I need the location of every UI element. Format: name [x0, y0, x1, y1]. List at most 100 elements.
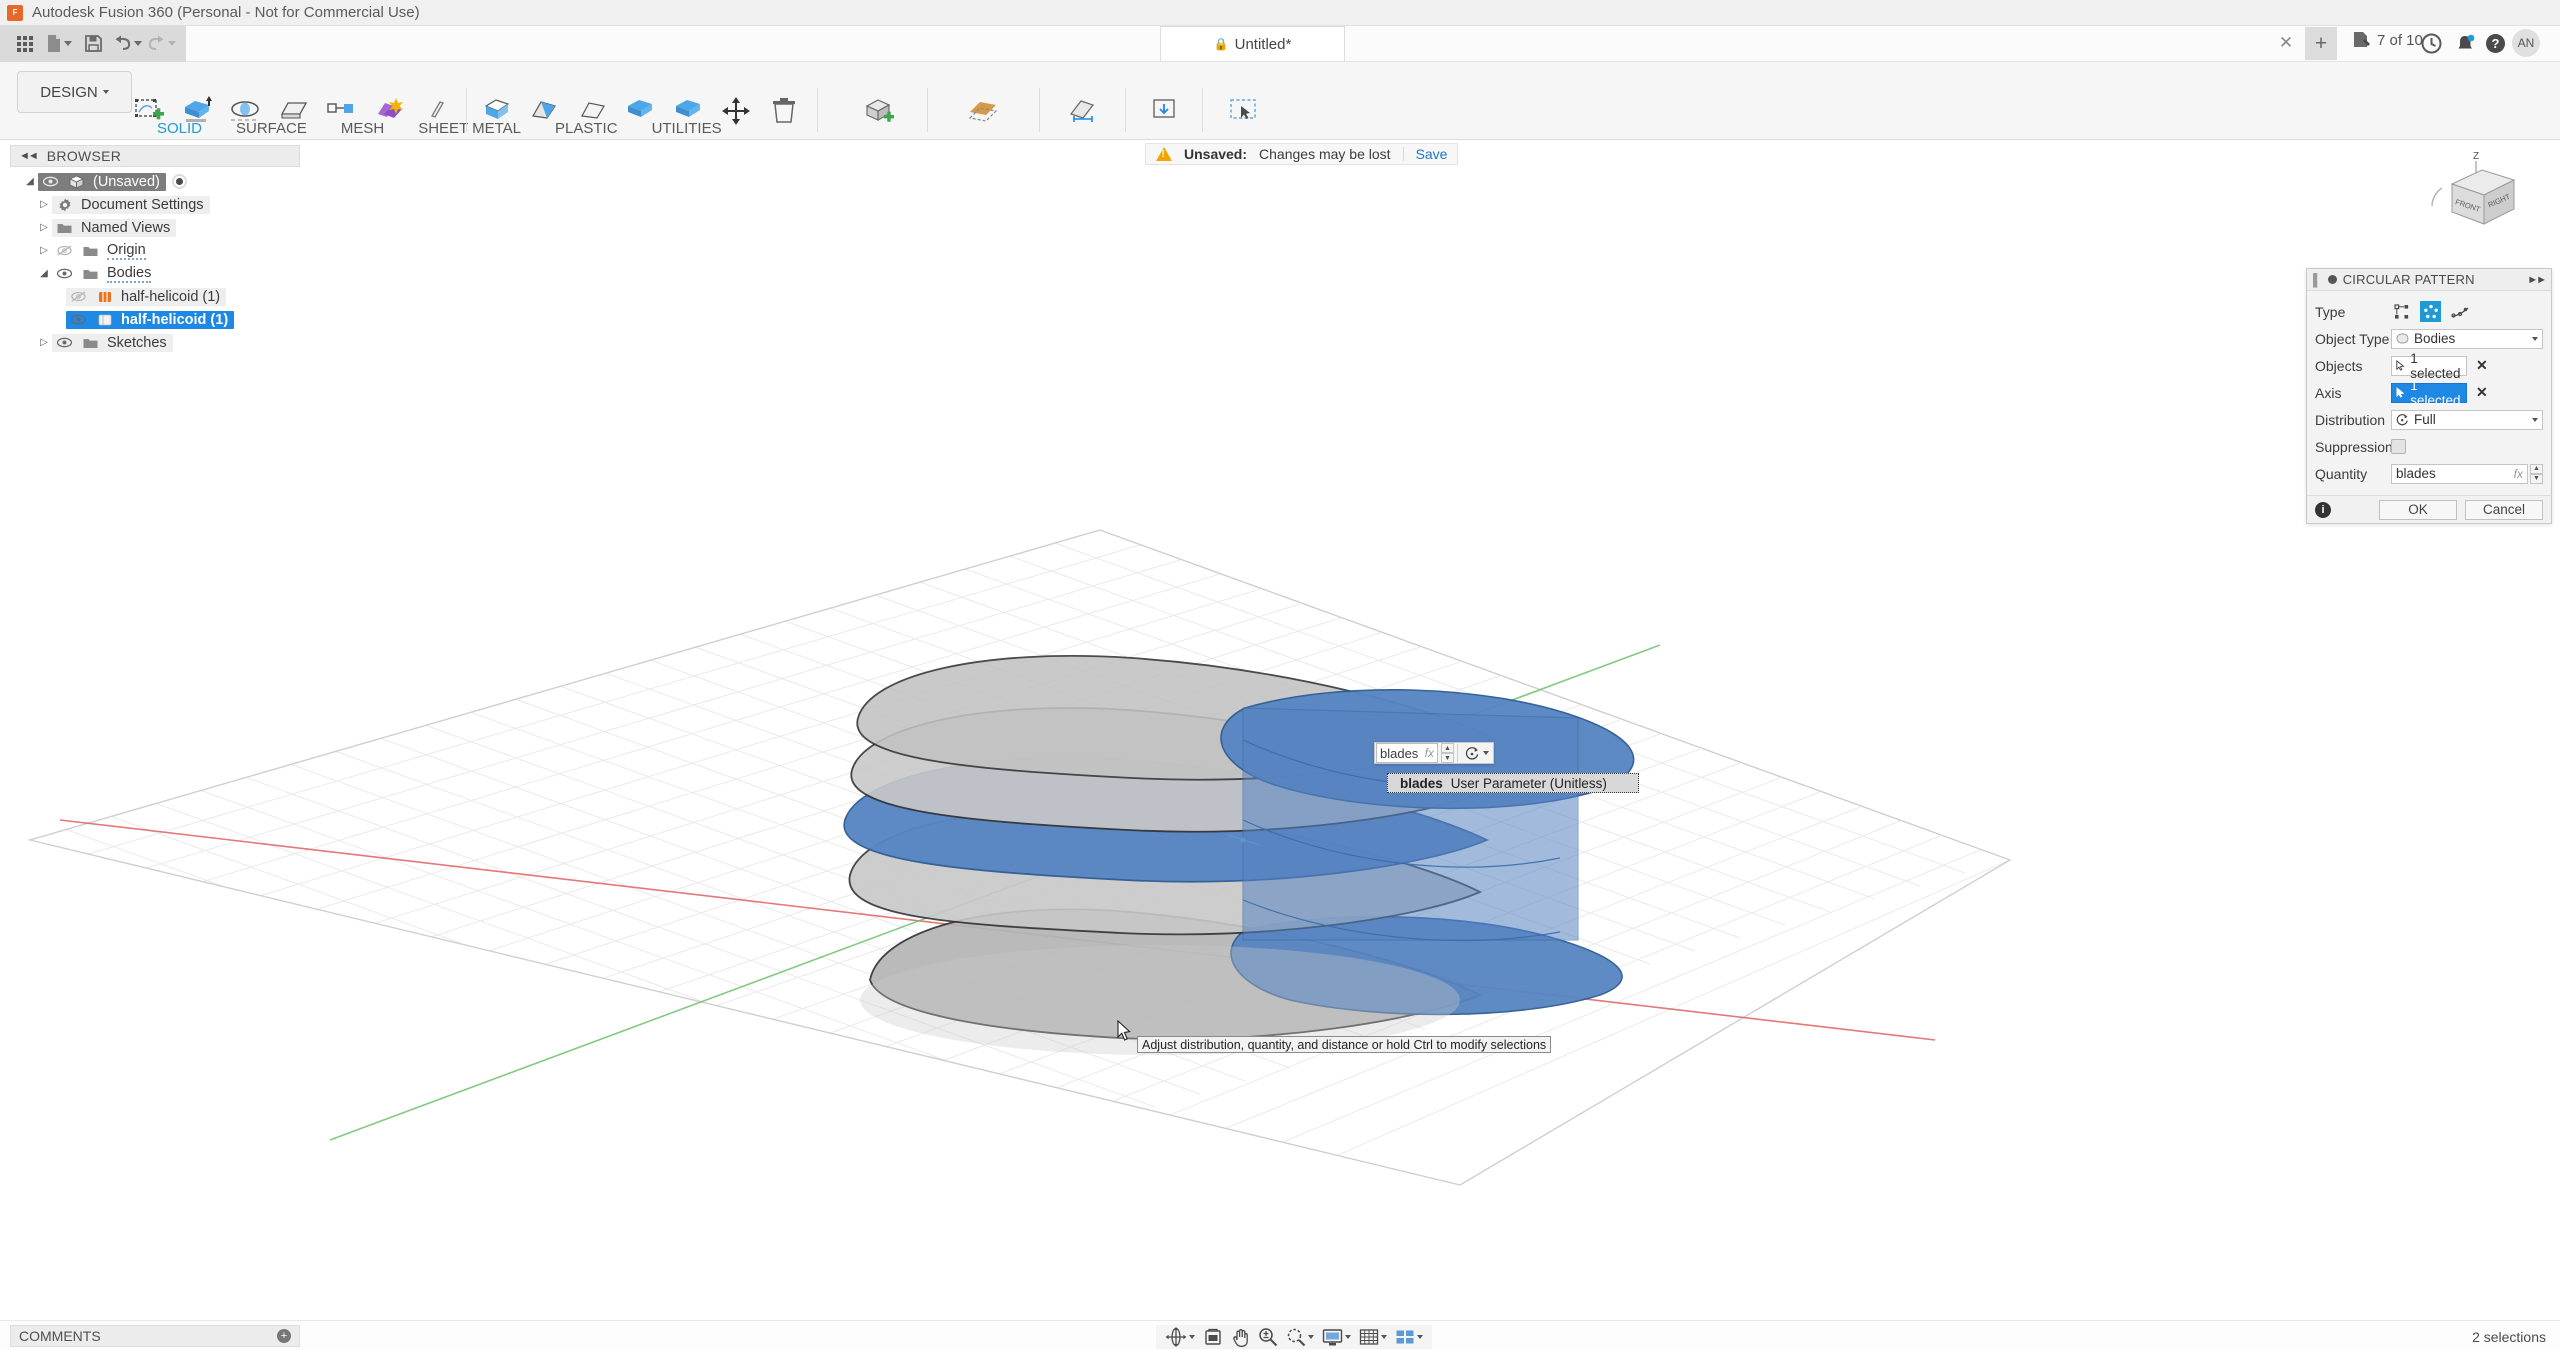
undo-icon[interactable]	[110, 28, 144, 60]
document-tab[interactable]: 🔒 Untitled*	[1160, 26, 1345, 61]
rectangular-pattern-icon[interactable]	[2391, 301, 2412, 322]
extrude-button[interactable]	[174, 88, 220, 134]
tree-row-half-helicoid-hidden[interactable]: half-helicoid (1)	[10, 285, 310, 308]
activate-component-radio[interactable]	[172, 174, 187, 189]
select-tool-button[interactable]	[1220, 88, 1266, 134]
eye-visible-icon[interactable]	[41, 176, 60, 187]
objects-selection-field[interactable]: 1 selected	[2391, 356, 2467, 376]
chevron-down-icon[interactable]	[168, 41, 176, 46]
tree-row-origin[interactable]: ▷ Origin	[10, 239, 310, 262]
chevron-down-icon[interactable]	[1308, 1335, 1314, 1339]
cancel-button[interactable]: Cancel	[2465, 500, 2543, 520]
revolve-button[interactable]	[222, 88, 268, 134]
close-tab-button[interactable]: ✕	[2275, 32, 2297, 54]
trial-counter[interactable]: 7 of 10	[2352, 31, 2423, 49]
offset-plane-button[interactable]	[960, 88, 1006, 134]
object-type-dropdown[interactable]: Bodies	[2391, 329, 2543, 349]
tree-row-sketches[interactable]: ▷ Sketches	[10, 331, 310, 354]
save-button[interactable]: Save	[1416, 146, 1448, 162]
chevron-down-icon[interactable]	[1417, 1335, 1423, 1339]
stepper-down-icon[interactable]: ▼	[2530, 474, 2543, 484]
circular-pattern-icon[interactable]	[2420, 301, 2441, 322]
sweep-button[interactable]	[270, 88, 316, 134]
axis-selection-field[interactable]: 1 selected	[2391, 383, 2467, 403]
quantity-input[interactable]: blades fx	[2391, 464, 2528, 484]
suppression-checkbox[interactable]	[2391, 439, 2406, 454]
eye-visible-icon[interactable]	[69, 314, 88, 325]
path-pattern-icon[interactable]	[2449, 301, 2470, 322]
insert-derive-button[interactable]	[1141, 88, 1187, 134]
collapse-dot-icon[interactable]	[2328, 275, 2337, 284]
info-icon[interactable]: i	[2315, 502, 2331, 518]
viewport-canvas[interactable]	[0, 140, 2560, 1320]
chevron-down-icon[interactable]	[1345, 1335, 1351, 1339]
stepper-up-icon[interactable]: ▲	[2530, 464, 2543, 474]
collapse-panel-icon[interactable]: ◄◄	[19, 150, 37, 162]
expander-down-icon[interactable]: ◢	[36, 268, 52, 279]
add-comment-icon[interactable]: +	[277, 1329, 291, 1343]
workspace-selector[interactable]: DESIGN	[17, 71, 132, 113]
fit-icon[interactable]	[1283, 1325, 1317, 1349]
tree-row-unsaved[interactable]: ◢ (Unsaved)	[10, 170, 310, 193]
tree-row-document-settings[interactable]: ▷ Document Settings	[10, 193, 310, 216]
quantity-stepper[interactable]: ▲ ▼	[2530, 464, 2543, 484]
expander-right-icon[interactable]: ▷	[36, 222, 52, 233]
grid-snaps-icon[interactable]	[1356, 1326, 1390, 1349]
user-avatar[interactable]: AN	[2512, 29, 2540, 57]
look-at-icon[interactable]	[1200, 1325, 1226, 1349]
new-document-icon[interactable]	[42, 28, 76, 60]
chevron-down-icon[interactable]	[64, 41, 72, 46]
chevron-down-icon[interactable]	[1189, 1335, 1195, 1339]
job-status-icon[interactable]	[2418, 30, 2444, 56]
expander-down-icon[interactable]: ◢	[22, 176, 38, 187]
clear-axis-icon[interactable]: ✕	[2476, 384, 2488, 401]
create-sketch-button[interactable]	[126, 88, 172, 134]
save-icon[interactable]	[76, 28, 110, 60]
distribution-dropdown[interactable]: Full	[2391, 410, 2543, 430]
new-component-button[interactable]	[855, 88, 901, 134]
stepper-down-icon[interactable]: ▼	[1441, 753, 1454, 763]
notifications-bell-icon[interactable]	[2452, 30, 2478, 56]
pattern-button[interactable]	[366, 88, 412, 134]
dialog-title-bar[interactable]: ▌ CIRCULAR PATTERN ►►	[2307, 269, 2551, 291]
clear-objects-icon[interactable]: ✕	[2476, 357, 2488, 374]
eye-visible-icon[interactable]	[55, 268, 74, 279]
help-icon[interactable]: ?	[2482, 30, 2508, 56]
grid-menu-icon[interactable]	[8, 28, 42, 60]
eye-hidden-icon[interactable]	[55, 245, 74, 256]
eye-hidden-icon[interactable]	[69, 291, 88, 302]
scale-button[interactable]	[569, 88, 615, 134]
viewports-icon[interactable]	[1392, 1326, 1426, 1349]
display-settings-icon[interactable]	[1319, 1326, 1354, 1349]
ok-button[interactable]: OK	[2379, 500, 2457, 520]
view-cube[interactable]: Z FRONT RIGHT	[2414, 148, 2524, 248]
eye-visible-icon[interactable]	[55, 337, 74, 348]
redo-icon[interactable]	[144, 28, 178, 60]
orbit-icon[interactable]	[1162, 1325, 1198, 1349]
expander-right-icon[interactable]: ▷	[36, 199, 52, 210]
zoom-icon[interactable]	[1255, 1325, 1281, 1349]
expander-right-icon[interactable]: ▷	[36, 337, 52, 348]
stepper-up-icon[interactable]: ▲	[1441, 743, 1454, 753]
rib-button[interactable]	[414, 88, 460, 134]
measure-button[interactable]	[1059, 88, 1105, 134]
tree-row-named-views[interactable]: ▷ Named Views	[10, 216, 310, 239]
loft-button[interactable]	[318, 88, 364, 134]
inline-quantity-input[interactable]: blades fx	[1376, 743, 1438, 763]
split-body-button[interactable]	[665, 88, 711, 134]
inline-distribution-dropdown[interactable]	[1461, 746, 1493, 761]
tree-row-bodies[interactable]: ◢ Bodies	[10, 262, 310, 285]
pan-icon[interactable]	[1228, 1325, 1253, 1349]
expander-right-icon[interactable]: ▷	[36, 245, 52, 256]
draft-button[interactable]	[521, 88, 567, 134]
combine-button[interactable]	[617, 88, 663, 134]
inline-quantity-stepper[interactable]: ▲ ▼	[1441, 743, 1454, 763]
drag-grip-icon[interactable]: ▌	[2313, 273, 2322, 287]
new-tab-button[interactable]: +	[2305, 27, 2337, 60]
chevron-down-icon[interactable]	[134, 41, 142, 46]
expand-dialog-icon[interactable]: ►►	[2527, 274, 2545, 286]
shell-button[interactable]	[473, 88, 519, 134]
tree-row-half-helicoid-selected[interactable]: half-helicoid (1)	[10, 308, 310, 331]
chevron-down-icon[interactable]	[1381, 1335, 1387, 1339]
comments-panel[interactable]: COMMENTS +	[10, 1325, 300, 1347]
